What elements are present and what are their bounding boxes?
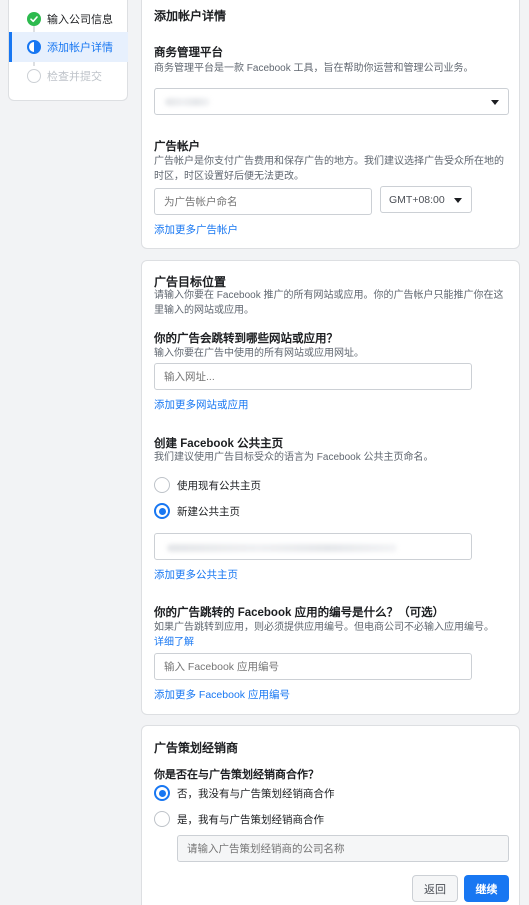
add-app-id-link[interactable]: 添加更多 Facebook 应用编号 — [154, 687, 290, 702]
radio-existing-page[interactable]: 使用现有公共主页 — [154, 477, 261, 493]
website-url-input[interactable] — [154, 363, 472, 390]
card-title: 添加帐户详情 — [154, 9, 227, 23]
empty-circle-icon — [27, 69, 41, 83]
redacted-value — [167, 544, 397, 552]
agency-card: 广告策划经销商 你是否在与广告策划经销商合作？ 否，我没有与广告策划经销商合作 … — [141, 725, 520, 905]
ad-account-name-input[interactable] — [154, 188, 372, 215]
app-id-hint: 如果广告跳转到应用，则必须提供应用编号。但电商公司不必输入应用编号。 详细了解 — [154, 622, 494, 648]
facebook-page-hint: 我们建议使用广告目标受众的语言为 Facebook 公共主页命名。 — [154, 452, 434, 463]
destination-desc: 请输入你要在 Facebook 推广的所有网站或应用。你的广告帐户只能推广你在这… — [154, 290, 504, 316]
step-review-submit: 检查并提交 — [27, 67, 102, 85]
step-label: 输入公司信息 — [47, 14, 113, 26]
half-filled-circle-icon — [27, 40, 41, 54]
step-label: 检查并提交 — [47, 71, 102, 83]
radio-label: 是，我有与广告策划经销商合作 — [177, 813, 324, 826]
radio-button[interactable] — [154, 785, 170, 801]
add-page-link[interactable]: 添加更多公共主页 — [154, 567, 238, 582]
step-company-info[interactable]: 输入公司信息 — [27, 10, 113, 28]
business-manager-select[interactable] — [154, 88, 509, 115]
radio-label: 使用现有公共主页 — [177, 479, 261, 492]
facebook-page-title: 创建 Facebook 公共主页 — [154, 438, 284, 450]
radio-button[interactable] — [154, 503, 170, 519]
ad-account-desc: 广告帐户是你支付广告费用和保存广告的地方。我们建议选择广告受众所在地的时区，时区… — [154, 156, 504, 182]
app-id-input[interactable] — [154, 653, 472, 680]
caret-down-icon — [454, 198, 462, 203]
learn-more-link[interactable]: 详细了解 — [154, 637, 194, 648]
caret-down-icon — [491, 100, 499, 105]
website-hint: 输入你要在广告中使用的所有网站或应用网址。 — [154, 348, 364, 359]
radio-button[interactable] — [154, 811, 170, 827]
step-label: 添加帐户详情 — [47, 42, 113, 54]
radio-label: 新建公共主页 — [177, 505, 240, 518]
check-icon — [27, 12, 41, 26]
timezone-select[interactable]: GMT+08:00 — [380, 186, 472, 213]
add-website-link[interactable]: 添加更多网站或应用 — [154, 397, 249, 412]
agency-name-input — [177, 835, 509, 862]
radio-button[interactable] — [154, 477, 170, 493]
radio-no-agency[interactable]: 否，我没有与广告策划经销商合作 — [154, 785, 335, 801]
ad-account-title: 广告帐户 — [154, 141, 200, 153]
card-title: 广告策划经销商 — [154, 741, 239, 755]
account-details-card: 添加帐户详情 商务管理平台 商务管理平台是一款 Facebook 工具，旨在帮助… — [141, 0, 520, 249]
radio-yes-agency[interactable]: 是，我有与广告策划经销商合作 — [154, 811, 324, 827]
radio-new-page[interactable]: 新建公共主页 — [154, 503, 240, 519]
app-id-question: 你的广告跳转的 Facebook 应用的编号是什么？（可选） — [154, 607, 445, 619]
add-ad-account-link[interactable]: 添加更多广告帐户 — [154, 222, 238, 237]
radio-label: 否，我没有与广告策划经销商合作 — [177, 787, 335, 800]
active-step-indicator — [9, 32, 12, 62]
website-question: 你的广告会跳转到哪些网站或应用？ — [154, 333, 338, 345]
business-manager-title: 商务管理平台 — [154, 47, 223, 59]
back-button[interactable]: 返回 — [412, 875, 458, 902]
business-manager-desc: 商务管理平台是一款 Facebook 工具，旨在帮助你运营和管理公司业务。 — [154, 63, 474, 74]
continue-button[interactable]: 继续 — [464, 875, 509, 902]
progress-stepper: 输入公司信息 添加帐户详情 检查并提交 — [8, 0, 128, 101]
new-page-name-input[interactable] — [154, 533, 472, 560]
redacted-value — [165, 98, 210, 106]
ad-destination-card: 广告目标位置 请输入你要在 Facebook 推广的所有网站或应用。你的广告帐户… — [141, 260, 520, 715]
agency-question: 你是否在与广告策划经销商合作？ — [154, 769, 319, 781]
timezone-value: GMT+08:00 — [389, 193, 445, 206]
step-account-details[interactable]: 添加帐户详情 — [27, 38, 113, 56]
